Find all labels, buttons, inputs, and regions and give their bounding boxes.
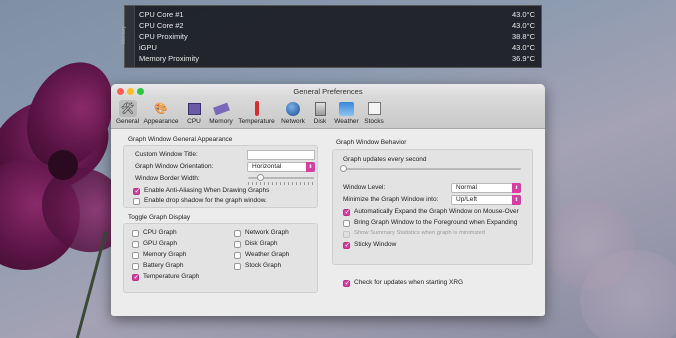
battery-graph-checkbox[interactable] [132, 263, 139, 270]
tab-temperature[interactable]: Temperature [235, 99, 278, 128]
memory-graph-checkbox[interactable] [132, 252, 139, 259]
check-updates-label: Check for updates when starting XRG [354, 279, 464, 286]
overlay-row: CPU Proximity 38.8°C [139, 32, 535, 41]
overlay-row: CPU Core #2 43.0°C [139, 21, 535, 30]
close-button[interactable] [117, 88, 124, 95]
tab-disk[interactable]: Disk [308, 99, 332, 128]
disk-graph-checkbox[interactable] [234, 241, 241, 248]
thermometer-icon [248, 100, 266, 117]
tab-weather[interactable]: Weather [332, 99, 361, 128]
cpu-graph-label: CPU Graph [143, 229, 177, 236]
overlay-row: Memory Proximity 36.9°C [139, 54, 535, 63]
custom-title-input[interactable] [247, 150, 315, 160]
window-level-popup[interactable]: Normal ⬍ [451, 183, 521, 193]
bring-foreground-label: Bring Graph Window to the Foreground whe… [354, 219, 518, 226]
drop-shadow-label: Enable drop shadow for the graph window. [144, 197, 267, 204]
globe-icon [284, 100, 302, 117]
border-width-slider-knob[interactable] [257, 174, 264, 181]
slider-ticks [248, 182, 314, 185]
auto-expand-label: Automatically Expand the Graph Window on… [354, 208, 519, 215]
auto-expand-checkbox[interactable] [343, 208, 350, 216]
toolbar: 🛠 General 🎨 Appearance CPU Memory Temper… [111, 99, 545, 129]
memory-graph-label: Memory Graph [143, 251, 187, 258]
title-bar[interactable]: General Preferences [111, 84, 545, 99]
overlay-side-label: Memory [121, 25, 128, 45]
disk-graph-label: Disk Graph [245, 240, 278, 247]
check-updates-checkbox[interactable] [343, 279, 350, 287]
anti-aliasing-label: Enable Anti-Aliasing When Drawing Graphs [144, 187, 270, 194]
update-interval-slider-knob[interactable] [340, 165, 347, 172]
behavior-section-title: Graph Window Behavior [336, 139, 407, 146]
stocks-icon [365, 100, 383, 117]
sticky-window-checkbox[interactable] [343, 241, 350, 249]
minimize-button[interactable] [127, 88, 134, 95]
anti-aliasing-checkbox[interactable] [133, 187, 140, 195]
tab-cpu[interactable]: CPU [181, 99, 207, 128]
minimize-into-popup[interactable]: Up/Left ⬍ [451, 195, 521, 205]
tab-appearance[interactable]: 🎨 Appearance [141, 99, 181, 128]
battery-graph-label: Battery Graph [143, 262, 184, 269]
drop-shadow-checkbox[interactable] [133, 198, 140, 205]
update-interval-slider[interactable] [343, 168, 521, 170]
temperature-graph-checkbox[interactable] [132, 273, 139, 281]
appearance-section-title: Graph Window General Appearance [128, 136, 233, 143]
custom-title-label: Custom Window Title: [135, 151, 198, 158]
window-level-label: Window Level: [343, 184, 386, 191]
palette-icon: 🎨 [154, 103, 168, 115]
memory-icon [212, 100, 230, 117]
gpu-graph-label: GPU Graph [143, 240, 177, 247]
tab-stocks[interactable]: Stocks [361, 99, 387, 128]
chevron-updown-icon: ⬍ [512, 183, 521, 193]
orientation-popup[interactable]: Horizontal ⬍ [247, 162, 315, 172]
preferences-window: General Preferences 🛠 General 🎨 Appearan… [111, 84, 545, 316]
bring-foreground-checkbox[interactable] [343, 220, 350, 227]
minimize-into-label: Minimize the Graph Window into: [343, 196, 439, 203]
summary-stats-label: Show Summary Statistics when graph is mi… [354, 230, 486, 236]
updates-label: Graph updates every second [343, 156, 427, 163]
temperature-overlay: Memory CPU Core #1 43.0°C CPU Core #2 43.0… [121, 5, 542, 68]
cpu-icon [185, 100, 203, 117]
gpu-graph-checkbox[interactable] [132, 241, 139, 248]
window-title: General Preferences [293, 87, 363, 96]
zoom-button[interactable] [137, 88, 144, 95]
sticky-window-label: Sticky Window [354, 241, 397, 248]
weather-graph-label: Weather Graph [245, 251, 290, 258]
orientation-label: Graph Window Orientation: [135, 163, 214, 170]
tab-memory[interactable]: Memory [207, 99, 235, 128]
summary-stats-checkbox [343, 231, 350, 238]
weather-graph-checkbox[interactable] [234, 252, 241, 259]
general-pane: Graph Window General Appearance Custom W… [111, 129, 545, 316]
stock-graph-label: Stock Graph [245, 262, 282, 269]
tools-icon: 🛠 [118, 100, 137, 117]
tab-network[interactable]: Network [278, 99, 308, 128]
toggle-section-title: Toggle Graph Display [128, 214, 191, 221]
overlay-side-tab[interactable]: Memory [121, 6, 135, 67]
stock-graph-checkbox[interactable] [234, 263, 241, 270]
cpu-graph-checkbox[interactable] [132, 230, 139, 237]
network-graph-label: Network Graph [245, 229, 289, 236]
overlay-row: CPU Core #1 43.0°C [139, 10, 535, 19]
chevron-updown-icon: ⬍ [512, 195, 521, 205]
weather-icon [338, 100, 356, 117]
tab-general[interactable]: 🛠 General [114, 99, 141, 128]
disk-icon [311, 100, 329, 117]
network-graph-checkbox[interactable] [234, 230, 241, 237]
temperature-graph-label: Temperature Graph [143, 273, 200, 280]
border-width-label: Window Border Width: [135, 175, 200, 182]
overlay-row: iGPU 43.0°C [139, 43, 535, 52]
chevron-updown-icon: ⬍ [306, 162, 315, 172]
